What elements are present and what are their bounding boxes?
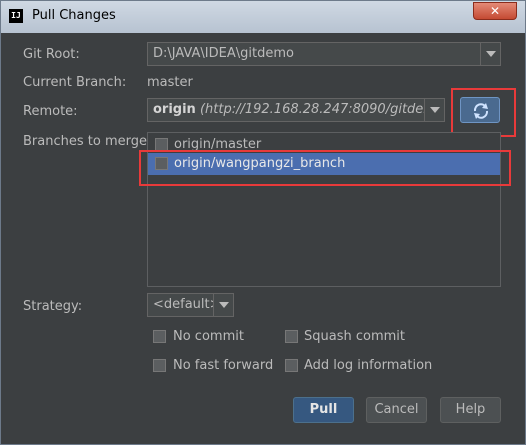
strategy-value: <default> bbox=[153, 297, 221, 312]
remote-select[interactable]: origin (http://192.168.28.247:8090/gitde… bbox=[147, 98, 445, 122]
help-button[interactable]: Help bbox=[440, 397, 501, 423]
chevron-down-icon[interactable] bbox=[424, 99, 444, 121]
git-root-label-text: Git Root: bbox=[23, 47, 80, 62]
current-branch-label: Current Branch: bbox=[23, 75, 127, 90]
close-button[interactable]: ✕ bbox=[473, 2, 517, 20]
chevron-down-icon[interactable] bbox=[213, 294, 233, 316]
remote-label: Remote: bbox=[23, 104, 78, 119]
squash-commit-checkbox[interactable] bbox=[285, 330, 298, 343]
squash-commit-label[interactable]: Squash commit bbox=[304, 329, 405, 344]
pull-changes-dialog: IJ Pull Changes ✕ Git Root: D:\JAVA\IDEA… bbox=[0, 0, 526, 445]
strategy-select[interactable]: <default> bbox=[147, 293, 234, 317]
git-root-select[interactable]: D:\JAVA\IDEA\gitdemo bbox=[147, 42, 501, 66]
cancel-button[interactable]: Cancel bbox=[366, 397, 427, 423]
pull-button[interactable]: Pull bbox=[293, 397, 354, 423]
strategy-label: Strategy: bbox=[23, 299, 83, 314]
intellij-app-icon: IJ bbox=[9, 9, 23, 23]
remote-name: origin bbox=[153, 102, 196, 117]
remote-url: (http://192.168.28.247:8090/gitdemo.git) bbox=[199, 102, 445, 117]
git-root-value: D:\JAVA\IDEA\gitdemo bbox=[153, 46, 294, 61]
title-bar: IJ Pull Changes ✕ bbox=[1, 1, 525, 33]
chevron-down-icon[interactable] bbox=[480, 43, 500, 65]
no-commit-checkbox[interactable] bbox=[153, 330, 166, 343]
highlight-box-refresh bbox=[451, 88, 516, 137]
window-title: Pull Changes bbox=[32, 8, 116, 23]
no-commit-label[interactable]: No commit bbox=[173, 329, 244, 344]
current-branch-value: master bbox=[147, 75, 193, 90]
add-log-information-checkbox[interactable] bbox=[285, 359, 298, 372]
no-fast-forward-checkbox[interactable] bbox=[153, 359, 166, 372]
add-log-information-label[interactable]: Add log information bbox=[304, 358, 432, 373]
git-root-label: Git Root: bbox=[23, 47, 80, 62]
highlight-box-branch bbox=[139, 150, 511, 186]
no-fast-forward-label[interactable]: No fast forward bbox=[173, 358, 273, 373]
branches-label: Branches to merge: bbox=[23, 134, 152, 149]
